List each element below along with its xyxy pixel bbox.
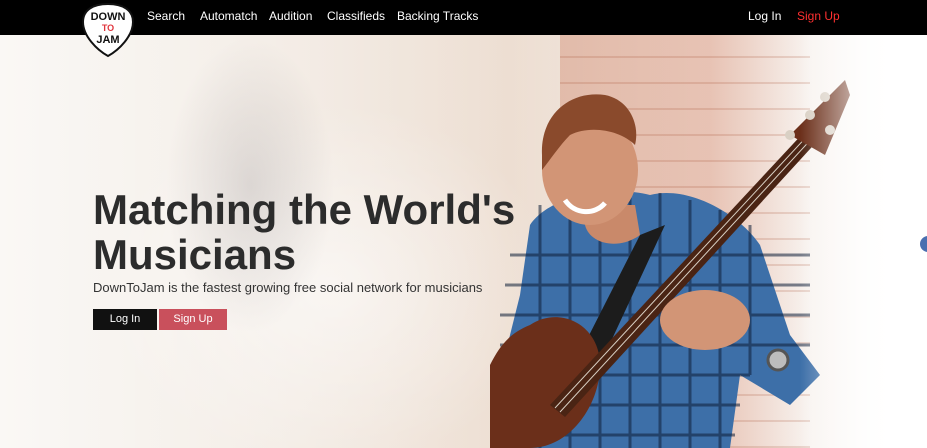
hero-title-line1: Matching the World's (93, 186, 516, 233)
logo-text-to: TO (102, 23, 114, 33)
hero-title-line2: Musicians (93, 231, 297, 278)
downtojam-logo[interactable]: DOWN TO JAM (81, 2, 135, 58)
hero-signup-button[interactable]: Sign Up (159, 309, 227, 330)
logo-text-jam: JAM (96, 34, 119, 46)
nav-backing-tracks-link[interactable]: Backing Tracks (397, 9, 478, 23)
hero-login-button[interactable]: Log In (93, 309, 157, 330)
nav-automatch-link[interactable]: Automatch (200, 9, 257, 23)
nav-search-link[interactable]: Search (147, 9, 185, 23)
nav-signup-link[interactable]: Sign Up (797, 9, 840, 23)
nav-audition-link[interactable]: Audition (269, 9, 312, 23)
nav-classifieds-link[interactable]: Classifieds (327, 9, 385, 23)
top-nav-bar: Search Automatch Audition Classifieds Ba… (0, 0, 927, 35)
hero-subtitle: DownToJam is the fastest growing free so… (93, 280, 483, 295)
hero-right-fade (800, 35, 927, 448)
nav-login-link[interactable]: Log In (748, 9, 781, 23)
logo-text-down: DOWN (91, 11, 126, 23)
hero-title: Matching the World's Musicians (93, 187, 563, 277)
